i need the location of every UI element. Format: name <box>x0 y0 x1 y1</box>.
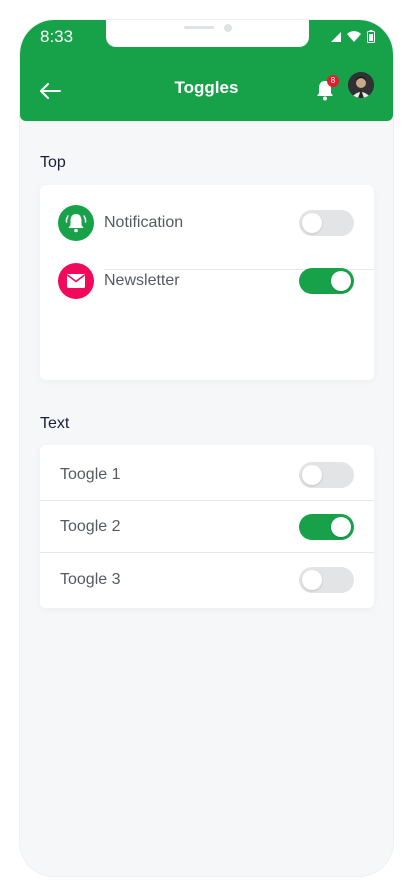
user-avatar-image <box>348 72 374 98</box>
front-camera <box>224 24 232 32</box>
device-notch <box>106 20 309 47</box>
toggle-1-label: Toogle 1 <box>60 466 121 483</box>
battery-icon <box>367 30 375 43</box>
bell-icon <box>65 214 87 233</box>
text-toggles-card: Toogle 1 Toogle 2 Toogle 3 <box>40 445 374 608</box>
cellular-signal-icon <box>331 31 341 42</box>
mail-icon <box>67 274 85 288</box>
toggle-2-label: Toogle 2 <box>60 518 121 535</box>
toggle-2-switch[interactable] <box>299 514 354 540</box>
phone-screen: 8:33 Toggles 8 Top Notification Newslett… <box>20 20 393 876</box>
toggle-row-3[interactable]: Toogle 3 <box>40 553 374 608</box>
status-icons <box>331 30 375 43</box>
newsletter-icon-badge <box>58 263 94 299</box>
toggle-3-label: Toogle 3 <box>60 571 121 588</box>
toggle-knob <box>331 271 351 291</box>
notification-count-badge: 8 <box>327 75 339 87</box>
speaker-grille <box>184 26 214 29</box>
toggle-row-1[interactable]: Toogle 1 <box>40 445 374 500</box>
notification-row[interactable]: Notification <box>40 185 374 243</box>
toggle-1-switch[interactable] <box>299 462 354 488</box>
status-time: 8:33 <box>40 27 74 46</box>
toggle-knob <box>302 570 322 590</box>
avatar[interactable] <box>348 72 374 98</box>
toggle-knob <box>302 465 322 485</box>
section-title-top: Top <box>40 154 66 171</box>
newsletter-toggle[interactable] <box>299 268 354 294</box>
notification-label: Notification <box>104 214 184 231</box>
toggle-knob <box>302 213 322 233</box>
section-title-text: Text <box>40 415 70 432</box>
toggle-knob <box>331 517 351 537</box>
newsletter-label: Newsletter <box>104 272 180 289</box>
app-header: 8:33 Toggles 8 <box>20 20 393 121</box>
toggle-3-switch[interactable] <box>299 567 354 593</box>
top-toggles-card: Notification Newsletter <box>40 185 374 380</box>
wifi-icon <box>347 31 361 42</box>
notification-icon-badge <box>58 205 94 241</box>
newsletter-row[interactable]: Newsletter <box>40 263 374 330</box>
toggle-row-2[interactable]: Toogle 2 <box>40 501 374 552</box>
notification-toggle[interactable] <box>299 210 354 236</box>
